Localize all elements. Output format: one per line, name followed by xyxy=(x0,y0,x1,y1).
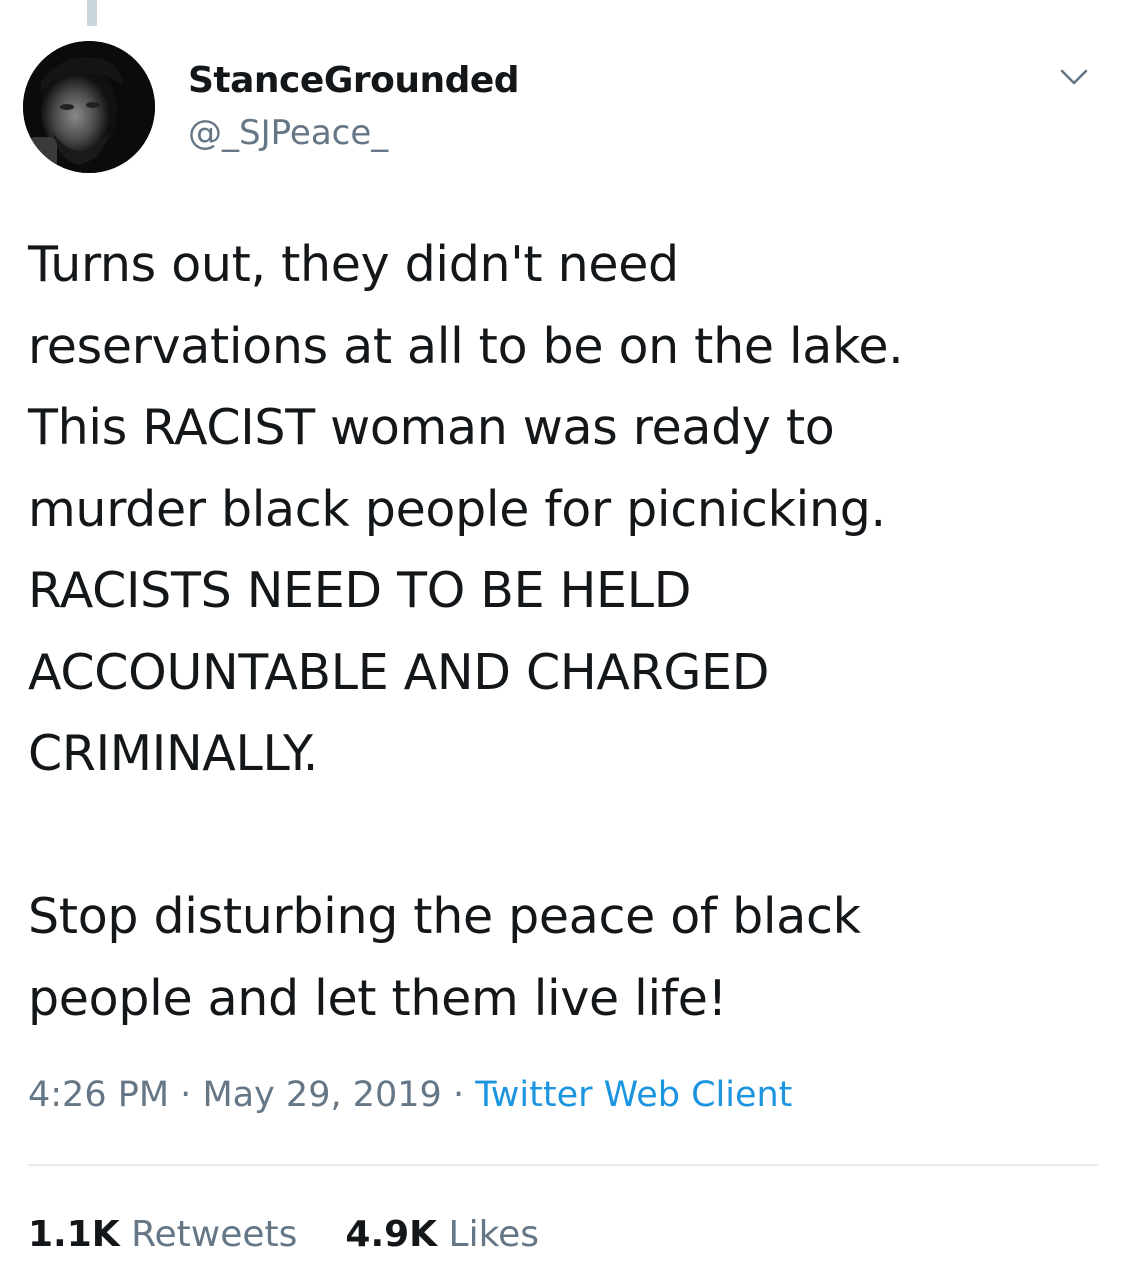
tweet-text: Turns out, they didn't need reservations… xyxy=(28,236,904,1027)
tweet-source-link[interactable]: Twitter Web Client xyxy=(475,1075,792,1115)
tweet-stats: 1.1K Retweets 4.9K Likes xyxy=(28,1210,539,1260)
divider xyxy=(28,1164,1098,1166)
avatar-photo xyxy=(23,41,155,173)
meta-separator: · xyxy=(452,1075,465,1115)
likes-count: 4.9K xyxy=(345,1214,438,1255)
retweets-count: 1.1K xyxy=(28,1214,120,1255)
tweet-time[interactable]: 4:26 PM xyxy=(28,1075,169,1115)
author-display-name[interactable]: StanceGrounded xyxy=(188,59,520,103)
retweets-stat[interactable]: 1.1K Retweets xyxy=(28,1214,297,1255)
meta-separator: · xyxy=(180,1075,192,1115)
tweet-metadata: 4:26 PM · May 29, 2019 · Twitter Web Cli… xyxy=(28,1068,792,1122)
tweet-date[interactable]: May 29, 2019 xyxy=(202,1075,441,1115)
likes-stat[interactable]: 4.9K Likes xyxy=(345,1214,539,1255)
chevron-down-icon xyxy=(1060,69,1088,85)
retweets-label: Retweets xyxy=(131,1214,298,1255)
tweet-menu-button[interactable] xyxy=(1054,58,1094,98)
avatar[interactable] xyxy=(23,41,155,173)
author-handle[interactable]: @_SJPeace_ xyxy=(188,111,388,155)
likes-label: Likes xyxy=(448,1214,540,1255)
thread-connector-line xyxy=(87,0,97,26)
